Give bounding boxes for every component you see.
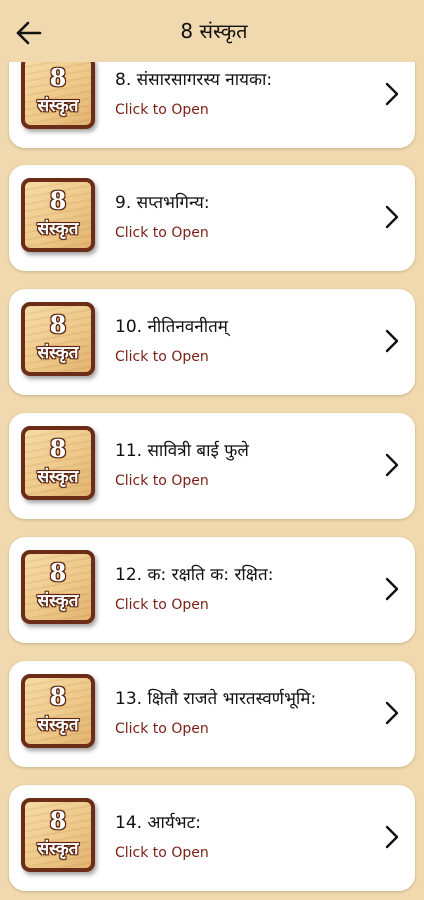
book-thumbnail: 8 संस्कृत xyxy=(21,550,95,624)
chapter-subtitle: Click to Open xyxy=(115,845,209,861)
book-thumbnail: 8 संस्कृत xyxy=(21,302,95,376)
thumbnail-number: 8 xyxy=(49,806,67,835)
chapter-subtitle: Click to Open xyxy=(115,349,209,365)
chapter-title: 8. संसारसागरस्य नायका: xyxy=(115,70,273,90)
book-thumbnail: 8 संस्कृत xyxy=(21,178,95,252)
thumbnail-word: संस्कृत xyxy=(37,96,79,116)
list-item[interactable]: 8 संस्कृत 9. सप्तभगिन्य: Click to Open xyxy=(9,165,415,271)
chapter-subtitle: Click to Open xyxy=(115,102,209,118)
chevron-right-icon xyxy=(385,825,399,849)
chapter-title: 12. क: रक्षति क: रक्षित: xyxy=(115,565,274,585)
thumbnail-number: 8 xyxy=(49,63,67,92)
page-title: 8 संस्कृत xyxy=(180,19,248,43)
chevron-right-icon xyxy=(385,453,399,477)
thumbnail-word: संस्कृत xyxy=(37,839,79,859)
chapter-subtitle: Click to Open xyxy=(115,721,209,737)
chevron-right-icon xyxy=(385,577,399,601)
chevron-right-icon xyxy=(385,82,399,106)
chapter-subtitle: Click to Open xyxy=(115,225,209,241)
app-bar: 8 संस्कृत xyxy=(0,0,424,62)
chevron-right-icon xyxy=(385,329,399,353)
thumbnail-number: 8 xyxy=(49,310,67,339)
thumbnail-number: 8 xyxy=(49,186,67,215)
thumbnail-word: संस्कृत xyxy=(37,715,79,735)
list-item[interactable]: 8 संस्कृत 14. आर्यभट: Click to Open xyxy=(9,785,415,891)
book-thumbnail: 8 संस्कृत xyxy=(21,426,95,500)
chapter-subtitle: Click to Open xyxy=(115,597,209,613)
list-item[interactable]: 8 संस्कृत 10. नीतिनवनीतम् Click to Open xyxy=(9,289,415,395)
thumbnail-word: संस्कृत xyxy=(37,591,79,611)
chapter-title: 9. सप्तभगिन्य: xyxy=(115,193,210,213)
book-thumbnail: 8 संस्कृत xyxy=(21,55,95,129)
thumbnail-number: 8 xyxy=(49,434,67,463)
chapter-title: 11. सावित्री बाई फुले xyxy=(115,441,249,461)
chevron-right-icon xyxy=(385,205,399,229)
chapter-subtitle: Click to Open xyxy=(115,473,209,489)
chapter-title: 14. आर्यभट: xyxy=(115,813,201,833)
chapter-title: 13. क्षितौ राजते भारतस्वर्णभूमि: xyxy=(115,689,317,709)
list-item[interactable]: 8 संस्कृत 11. सावित्री बाई फुले Click to… xyxy=(9,413,415,519)
thumbnail-word: संस्कृत xyxy=(37,343,79,363)
book-thumbnail: 8 संस्कृत xyxy=(21,798,95,872)
thumbnail-number: 8 xyxy=(49,682,67,711)
thumbnail-number: 8 xyxy=(49,558,67,587)
chapter-title: 10. नीतिनवनीतम् xyxy=(115,317,228,337)
chevron-right-icon xyxy=(385,701,399,725)
thumbnail-word: संस्कृत xyxy=(37,219,79,239)
list-item[interactable]: 8 संस्कृत 13. क्षितौ राजते भारतस्वर्णभूम… xyxy=(9,661,415,767)
book-thumbnail: 8 संस्कृत xyxy=(21,674,95,748)
thumbnail-word: संस्कृत xyxy=(37,467,79,487)
list-item[interactable]: 8 संस्कृत 12. क: रक्षति क: रक्षित: Click… xyxy=(9,537,415,643)
